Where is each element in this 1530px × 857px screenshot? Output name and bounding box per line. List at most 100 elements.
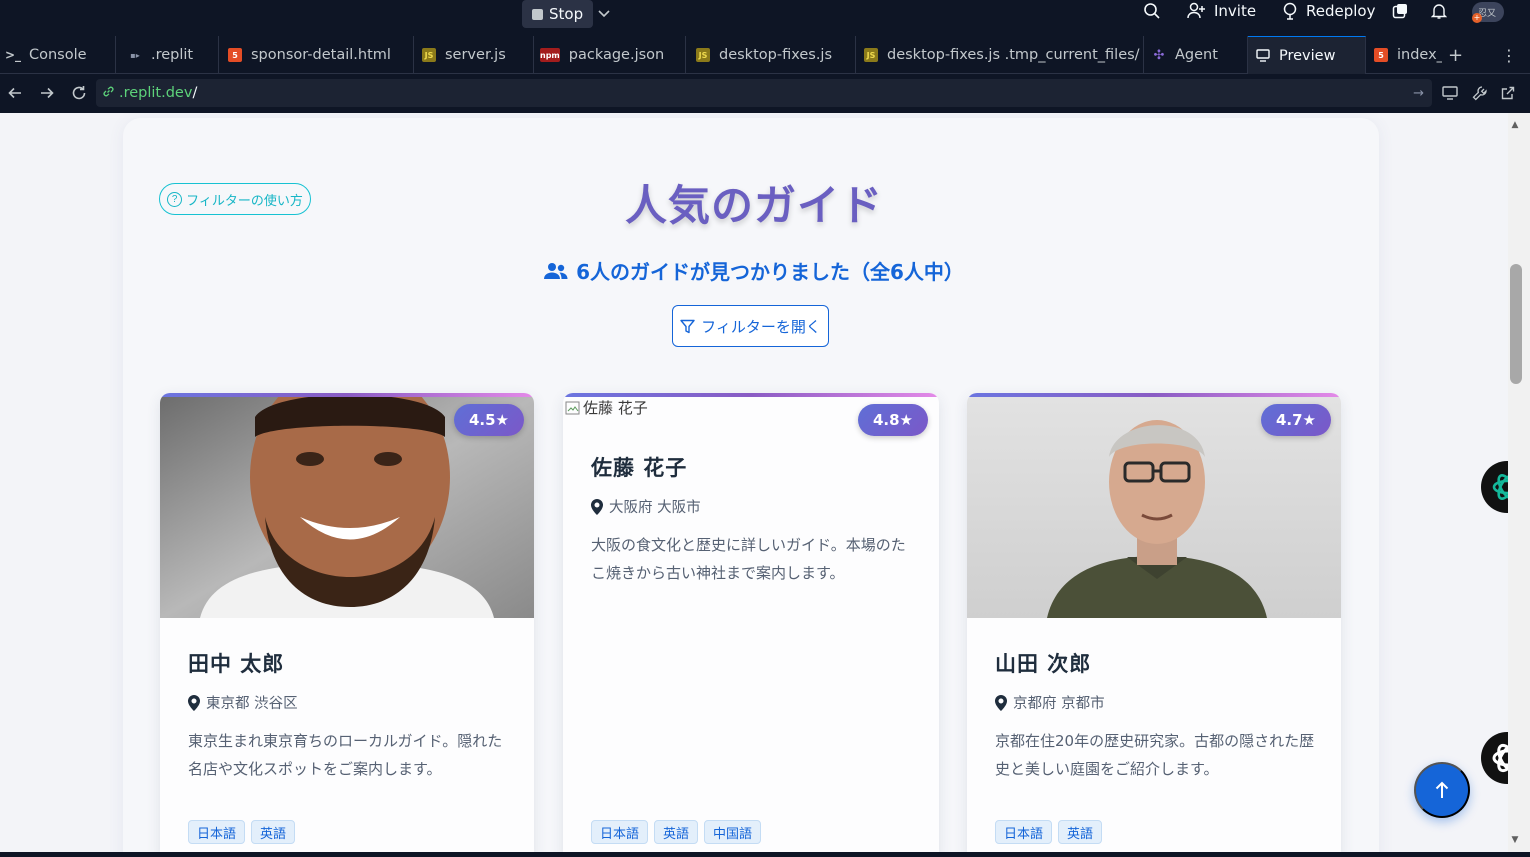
scroll-to-top-button[interactable] — [1414, 762, 1470, 818]
guide-name: 山田 次郎 — [995, 652, 1092, 676]
reload-icon[interactable] — [69, 83, 89, 103]
language-tag: 英語 — [251, 820, 296, 844]
guide-card[interactable]: 4.7★ 山田 次郎 京都府 京都市 京都在住20年の歴史研究家。古都の隠された… — [967, 393, 1341, 857]
url-input[interactable]: .replit.dev / → — [96, 79, 1432, 107]
json-icon: npm — [540, 48, 560, 62]
page-title: 人気のガイド — [624, 181, 883, 230]
scroll-up-arrow-icon[interactable]: ▲ — [1509, 120, 1521, 132]
replit-icon: ▪▸ — [130, 50, 140, 60]
tab-bar: >_ Console ▪▸ .replit 5 sponsor-detail.h… — [0, 36, 1530, 74]
result-count: 6人のガイドが見つかりました（全6人中） — [0, 256, 1508, 285]
html-icon: 5 — [1374, 48, 1388, 62]
rating-badge: 4.5★ — [453, 404, 524, 436]
map-pin-icon — [591, 498, 603, 515]
users-icon — [544, 262, 568, 279]
map-pin-icon — [995, 694, 1007, 711]
language-tags: 日本語 英語 — [995, 820, 1103, 844]
guide-description: 東京生まれ東京育ちのローカルガイド。隠れた名店や文化スポットをご案内します。 — [188, 732, 503, 778]
js-icon: JS — [696, 48, 710, 62]
tab-replit[interactable]: ▪▸ .replit — [116, 36, 219, 74]
tab-package-json[interactable]: npm package.json — [534, 36, 686, 74]
plus-icon: + — [1448, 44, 1464, 66]
guide-location: 大阪府 大阪市 — [591, 496, 911, 517]
more-options-button[interactable]: ⋮ — [1495, 36, 1525, 74]
result-count-text: 6人のガイドが見つかりました（全6人中） — [576, 260, 964, 284]
guide-location-text: 東京都 渋谷区 — [206, 696, 298, 712]
tab-server-js[interactable]: JS server.js — [414, 36, 534, 74]
tab-index[interactable]: 5 index_ — [1366, 36, 1442, 74]
preview-icon — [1256, 49, 1270, 63]
tab-desktop-fixes-tmp[interactable]: JS desktop-fixes.js .tmp_current_files/ — [856, 36, 1144, 74]
language-tag: 日本語 — [188, 820, 246, 844]
wrench-icon[interactable] — [1470, 83, 1490, 103]
stop-label: Stop — [549, 5, 584, 23]
bell-icon[interactable] — [1431, 0, 1447, 22]
go-arrow-icon[interactable]: → — [1413, 86, 1424, 101]
search-icon[interactable] — [1143, 0, 1161, 22]
funnel-icon — [680, 319, 695, 333]
deploy-icon — [1283, 2, 1297, 20]
broken-image-icon — [565, 401, 580, 414]
tab-label: package.json — [568, 47, 665, 63]
url-host: .replit.dev — [119, 85, 193, 101]
tab-label: desktop-fixes.js .tmp_current_files/ — [887, 47, 1140, 63]
stop-button[interactable]: Stop — [522, 0, 594, 28]
scrollbar-thumb[interactable] — [1510, 264, 1522, 384]
url-path: / — [192, 85, 198, 101]
redeploy-label: Redeploy — [1306, 2, 1376, 20]
language-tag: 日本語 — [591, 820, 649, 844]
guide-location-text: 大阪府 大阪市 — [609, 500, 701, 516]
tab-sponsor-detail[interactable]: 5 sponsor-detail.html — [219, 36, 414, 74]
guide-name: 佐藤 花子 — [591, 456, 688, 480]
guide-description: 大阪の食文化と歴史に詳しいガイド。本場のたこ焼きから古い神社まで案内します。 — [591, 536, 906, 582]
language-tag: 英語 — [1058, 820, 1103, 844]
open-filter-label: フィルターを開く — [701, 318, 821, 336]
link-icon — [102, 85, 115, 102]
guide-name: 田中 太郎 — [188, 652, 285, 676]
forward-arrow-icon[interactable] — [37, 83, 57, 103]
add-user-icon — [1187, 2, 1205, 19]
guide-card[interactable]: 佐藤 花子 4.8★ 佐藤 花子 大阪府 大阪市 大阪の食文化と歴史に詳しいガイ… — [563, 393, 939, 857]
js-icon: JS — [422, 48, 436, 62]
tab-label: Agent — [1175, 47, 1218, 63]
new-tab-button[interactable]: + — [1442, 36, 1472, 74]
scroll-down-arrow-icon[interactable]: ▼ — [1509, 835, 1521, 847]
url-bar: .replit.dev / → — [0, 74, 1530, 112]
tab-agent[interactable]: ✣ Agent — [1144, 36, 1248, 74]
tab-label: Preview — [1279, 47, 1336, 64]
guide-location: 京都府 京都市 — [995, 692, 1315, 713]
invite-button[interactable]: Invite — [1186, 0, 1256, 22]
language-tags: 日本語 英語 — [188, 820, 296, 844]
image-alt-text: 佐藤 花子 — [583, 399, 648, 417]
chevron-down-icon[interactable] — [593, 0, 615, 28]
rating-badge: 4.7★ — [1260, 404, 1331, 436]
card-body: 佐藤 花子 大阪府 大阪市 大阪の食文化と歴史に詳しいガイド。本場のたこ焼きから… — [591, 452, 911, 587]
language-tag: 日本語 — [995, 820, 1053, 844]
tab-desktop-fixes[interactable]: JS desktop-fixes.js — [686, 36, 856, 74]
guide-description: 京都在住20年の歴史研究家。古都の隠された歴史と美しい庭園をご紹介します。 — [995, 732, 1315, 778]
run-controls: Stop — [522, 0, 615, 28]
tab-preview[interactable]: Preview — [1248, 36, 1366, 74]
open-filter-button[interactable]: フィルターを開く — [672, 305, 829, 347]
redeploy-button[interactable]: Redeploy — [1282, 0, 1375, 22]
terminal-icon: >_ — [4, 48, 22, 62]
card-body: 田中 太郎 東京都 渋谷区 東京生まれ東京育ちのローカルガイド。隠れた名店や文化… — [188, 648, 508, 783]
guide-card[interactable]: 4.5★ 田中 太郎 東京都 渋谷区 東京生まれ東京育ちのローカルガイド。隠れた… — [160, 393, 534, 857]
card-body: 山田 次郎 京都府 京都市 京都在住20年の歴史研究家。古都の隠された歴史と美し… — [995, 648, 1315, 783]
broken-image: 佐藤 花子 — [565, 397, 648, 418]
external-link-icon[interactable] — [1498, 83, 1518, 103]
back-arrow-icon[interactable] — [5, 83, 25, 103]
scrollbar[interactable] — [1508, 113, 1530, 853]
devices-icon[interactable] — [1440, 83, 1460, 103]
tab-label: .replit — [151, 47, 194, 63]
tab-label: sponsor-detail.html — [251, 47, 391, 63]
stop-icon — [532, 8, 543, 20]
language-tag: 中国語 — [704, 820, 762, 844]
guide-location-text: 京都府 京都市 — [1013, 696, 1105, 712]
notification-dot: + — [1472, 13, 1482, 23]
language-tag: 英語 — [654, 820, 699, 844]
js-icon: JS — [864, 48, 878, 62]
tab-console[interactable]: >_ Console — [0, 36, 116, 74]
top-bar: Stop Invite Redeploy 忍又 + — [0, 0, 1530, 36]
window-icon[interactable] — [1392, 0, 1408, 22]
